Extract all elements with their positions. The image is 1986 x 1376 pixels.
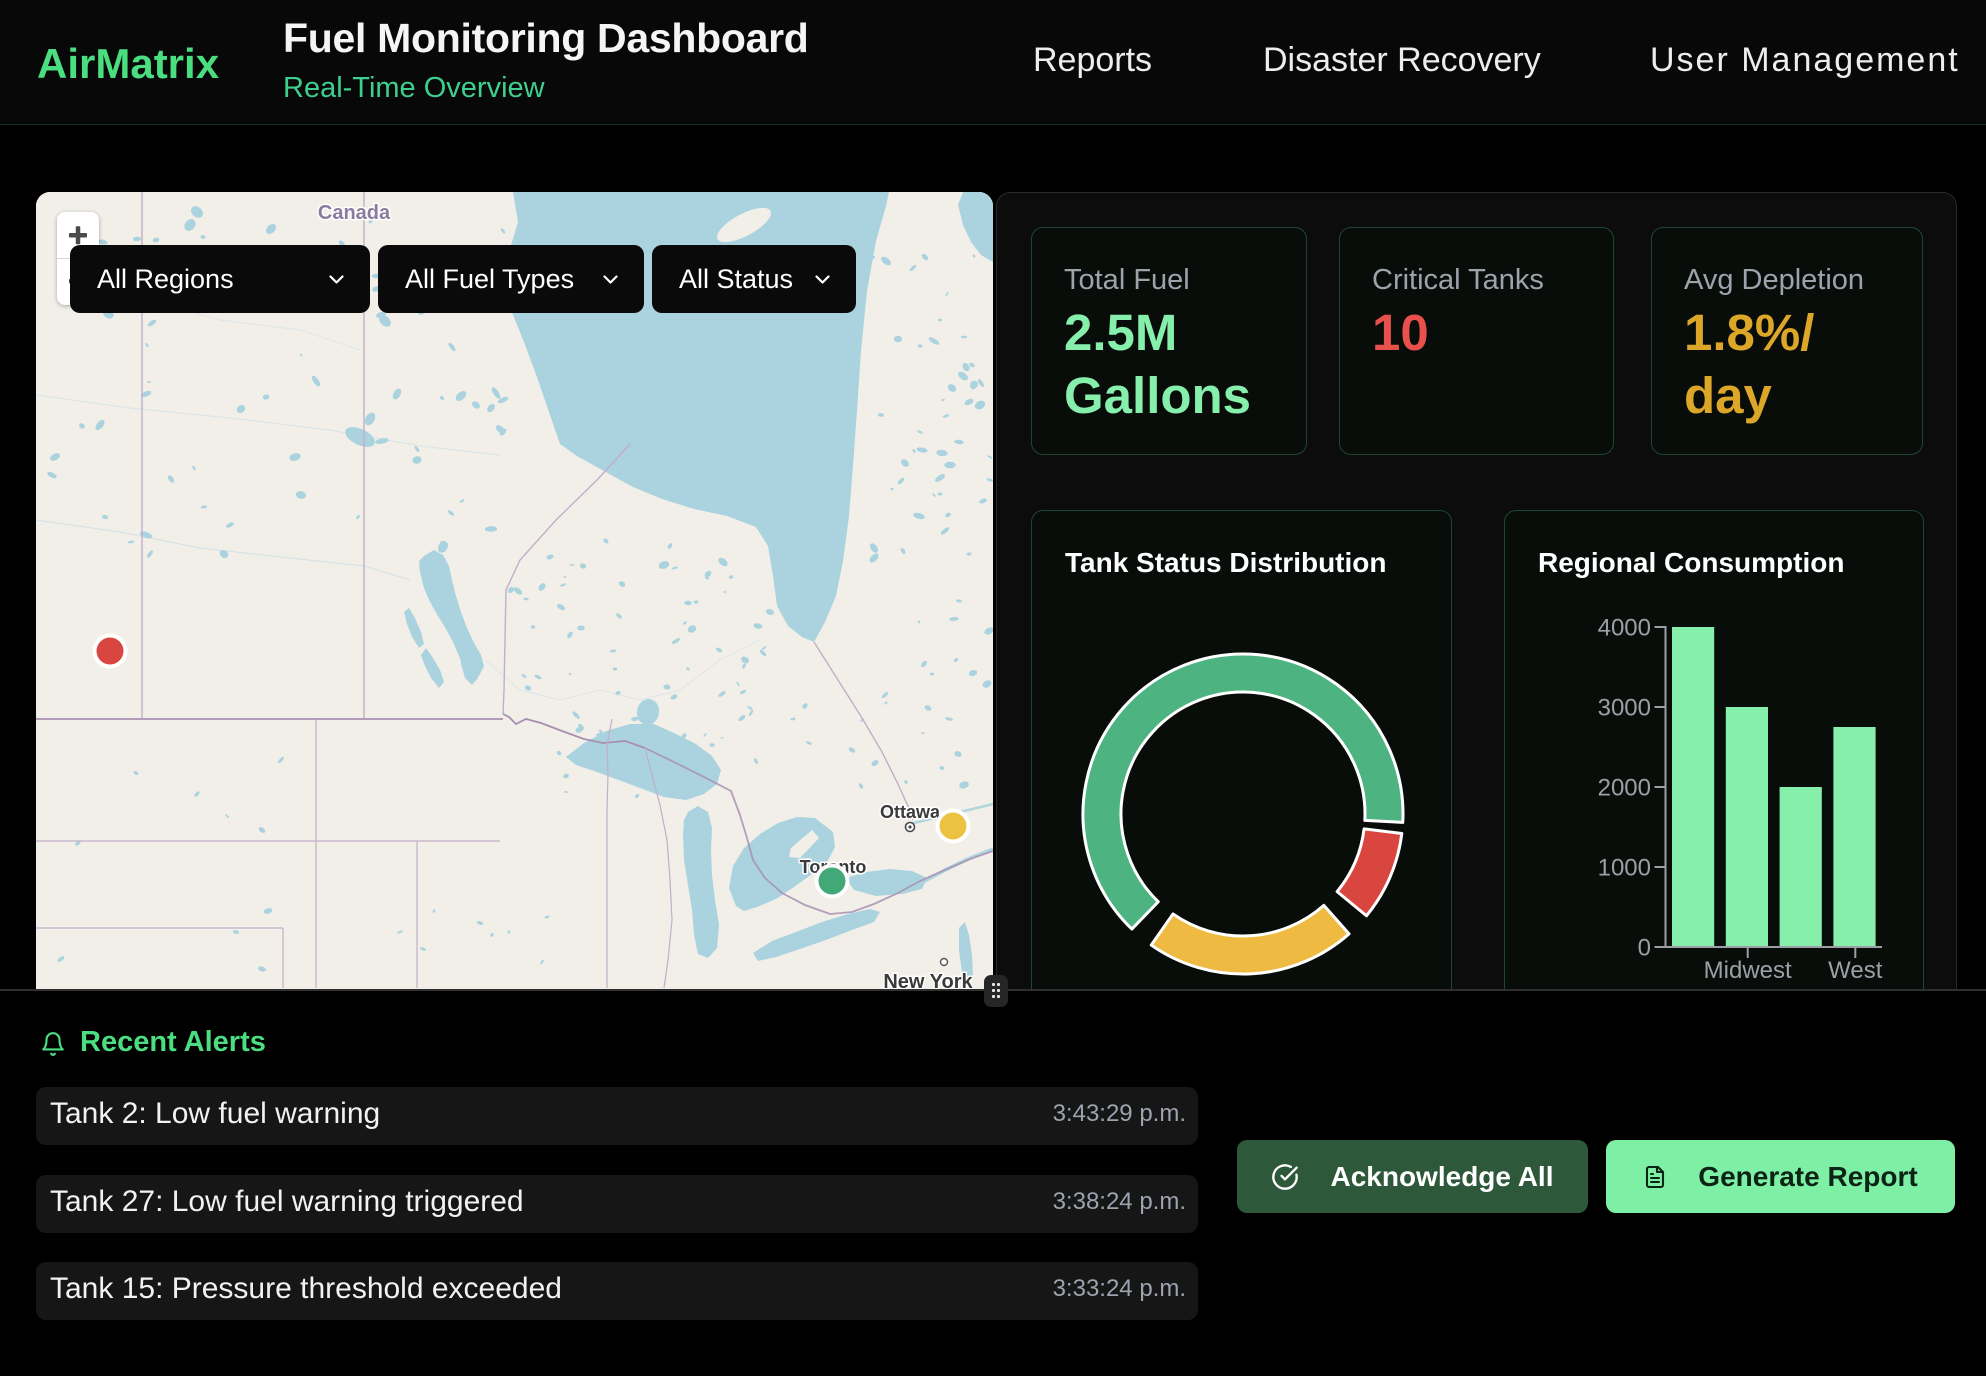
svg-text:4000: 4000 <box>1598 615 1651 642</box>
svg-text:0: 0 <box>1638 935 1651 962</box>
svg-text:New York: New York <box>883 971 973 990</box>
svg-text:Canada: Canada <box>318 202 391 224</box>
svg-text:Midwest: Midwest <box>1704 957 1792 984</box>
svg-text:3000: 3000 <box>1598 695 1651 722</box>
svg-text:2000: 2000 <box>1598 775 1651 802</box>
svg-text:1000: 1000 <box>1598 855 1651 882</box>
svg-text:West: West <box>1828 957 1883 984</box>
svg-text:Ottawa: Ottawa <box>880 802 941 822</box>
